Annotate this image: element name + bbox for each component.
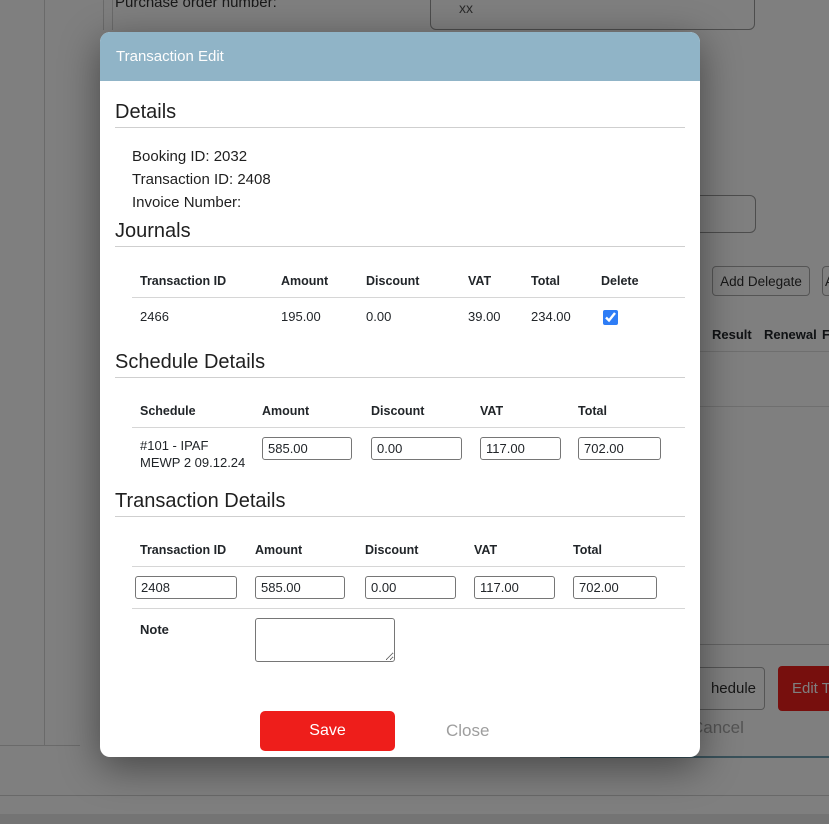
col-header: Discount — [365, 543, 474, 557]
details-block: Booking ID: 2032 Transaction ID: 2408 In… — [132, 145, 685, 214]
save-button[interactable]: Save — [260, 711, 395, 751]
journals-header-row: Transaction ID Amount Discount VAT Total… — [132, 274, 685, 288]
journal-transaction-id: 2466 — [140, 309, 281, 324]
booking-id-text: Booking ID: 2032 — [132, 145, 685, 168]
transaction-vat-input[interactable] — [474, 576, 555, 599]
schedule-discount-input[interactable] — [371, 437, 462, 460]
note-label: Note — [135, 618, 255, 637]
schedule-amount-input[interactable] — [262, 437, 352, 460]
delete-checkbox[interactable] — [603, 310, 618, 325]
schedule-divider — [115, 377, 685, 378]
note-row: Note — [132, 618, 685, 662]
transaction-table: Transaction ID Amount Discount VAT Total… — [132, 543, 685, 662]
journal-discount: 0.00 — [366, 309, 468, 324]
schedule-total-input[interactable] — [578, 437, 661, 460]
journal-total: 234.00 — [531, 309, 601, 324]
transaction-id-input[interactable] — [135, 576, 237, 599]
col-header: Discount — [366, 274, 468, 288]
col-header: Amount — [262, 404, 371, 418]
schedule-header-row: Schedule Amount Discount VAT Total — [132, 404, 685, 418]
transaction-amount-input[interactable] — [255, 576, 345, 599]
col-header: Amount — [255, 543, 365, 557]
col-header: Transaction ID — [140, 274, 281, 288]
col-header: Delete — [601, 274, 685, 288]
transaction-divider — [115, 516, 685, 517]
col-header: Transaction ID — [135, 543, 255, 557]
col-header: VAT — [474, 543, 573, 557]
journals-heading: Journals — [115, 219, 685, 243]
journals-row: 2466 195.00 0.00 39.00 234.00 — [132, 309, 685, 328]
col-header: Discount — [371, 404, 480, 418]
transaction-total-input[interactable] — [573, 576, 657, 599]
journals-divider — [115, 246, 685, 247]
journal-vat: 39.00 — [468, 309, 531, 324]
col-header: Schedule — [140, 404, 262, 418]
journals-table: Transaction ID Amount Discount VAT Total… — [132, 274, 685, 328]
note-textarea[interactable] — [255, 618, 395, 662]
transaction-header-divider — [132, 566, 685, 567]
dialog-body: Details Booking ID: 2032 Transaction ID:… — [100, 100, 700, 751]
schedule-name: #101 - IPAF MEWP 2 09.12.24 — [140, 437, 262, 471]
col-header: Total — [578, 404, 685, 418]
transaction-discount-input[interactable] — [365, 576, 456, 599]
transaction-header-row: Transaction ID Amount Discount VAT Total — [132, 543, 685, 557]
col-header: VAT — [468, 274, 531, 288]
close-button[interactable]: Close — [446, 721, 489, 741]
col-header: VAT — [480, 404, 578, 418]
schedule-vat-input[interactable] — [480, 437, 561, 460]
transaction-id-text: Transaction ID: 2408 — [132, 168, 685, 191]
dialog-title: Transaction Edit — [116, 48, 224, 65]
schedule-row: #101 - IPAF MEWP 2 09.12.24 — [132, 437, 685, 471]
details-heading: Details — [115, 100, 685, 124]
invoice-number-text: Invoice Number: — [132, 191, 685, 214]
schedule-details-heading: Schedule Details — [115, 350, 685, 374]
journals-header-divider — [132, 297, 685, 298]
col-header: Total — [573, 543, 685, 557]
dialog-actions: Save Close — [115, 711, 685, 751]
details-divider — [115, 127, 685, 128]
col-header: Total — [531, 274, 601, 288]
transaction-row-divider — [132, 608, 685, 609]
journal-amount: 195.00 — [281, 309, 366, 324]
dialog-header: Transaction Edit — [100, 32, 700, 81]
transaction-details-heading: Transaction Details — [115, 489, 685, 513]
schedule-header-divider — [132, 427, 685, 428]
transaction-row — [132, 576, 685, 599]
col-header: Amount — [281, 274, 366, 288]
schedule-table: Schedule Amount Discount VAT Total #101 … — [132, 404, 685, 471]
transaction-edit-dialog: Transaction Edit Details Booking ID: 203… — [100, 32, 700, 757]
